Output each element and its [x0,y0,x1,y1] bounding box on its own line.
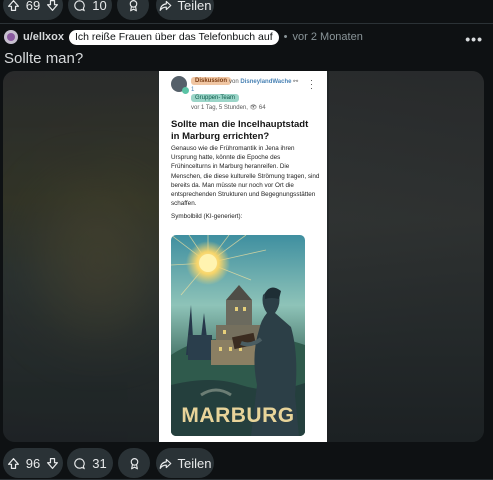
tag-discussion: Diskussion [191,77,232,85]
marburg-artwork: MARBURG [171,235,305,436]
bottom-share-button[interactable]: Teilen [156,448,214,478]
more-icon[interactable]: ••• [465,31,483,47]
top-vote-pill: 69 [3,0,63,20]
card-author: DisneylandWache [240,79,292,85]
connection-icon: ⚯ [293,79,299,85]
top-share-button[interactable]: Teilen [156,0,214,20]
bottom-comment-count: 31 [92,455,107,471]
post-meta: u/ellxox Ich reiße Frauen über das Telef… [4,29,363,45]
comment-icon [74,457,86,469]
bottom-award-button[interactable] [118,448,150,478]
card-avatar [171,76,189,94]
bottom-vote-pill: 96 [3,448,63,478]
post-title[interactable]: Sollte man? [4,50,83,67]
downvote-icon[interactable] [46,457,59,470]
top-award-button[interactable] [117,0,149,20]
card-meta: vor 1 Tag, 5 Stunden, 👁 64 [191,105,266,111]
author-badge: 1 [191,87,195,93]
bottom-share-label: Teilen [177,455,212,471]
share-icon [159,458,171,469]
avatar[interactable] [4,30,18,44]
top-comment-count: 10 [92,0,107,13]
marburg-illustration: MARBURG [171,235,305,436]
downvote-icon[interactable] [46,0,59,12]
post-time: vor 2 Monaten [292,31,363,43]
separator-dot: • [283,31,288,43]
art-title: MARBURG [181,404,294,427]
media-blur-left [3,71,158,442]
card-kebab-icon: · · · [310,75,313,93]
comment-icon [74,0,86,11]
award-icon [129,0,137,11]
tag-group: Gruppen-Team [191,94,240,102]
card-headline: Sollte man die Incelhauptstadt in Marbur… [171,119,309,142]
screenshot-card[interactable]: Diskussion von DisneylandWache ⚯ 1 Grupp… [159,71,327,442]
award-icon [130,457,138,469]
bottom-comments-button[interactable]: 31 [67,448,113,478]
top-comments-button[interactable]: 10 [68,0,112,20]
card-body: Genauso wie die Frühromantik in Jena ihr… [171,145,320,208]
upvote-icon[interactable] [7,0,20,12]
by-prefix: von [229,79,239,85]
user-flair: Ich reiße Frauen über das Telefonbuch au… [68,29,279,45]
card-author-line: von DisneylandWache ⚯ [229,78,298,85]
username[interactable]: u/ellxox [23,31,64,43]
bottom-vote-count: 96 [25,455,41,471]
top-share-label: Teilen [177,0,212,13]
top-vote-count: 69 [25,0,41,13]
post-divider [0,23,493,24]
media-blur-right [329,71,484,442]
upvote-icon[interactable] [7,457,20,470]
card-caption: Symbolbild (KI-generiert): [171,213,243,220]
share-icon [159,0,171,11]
